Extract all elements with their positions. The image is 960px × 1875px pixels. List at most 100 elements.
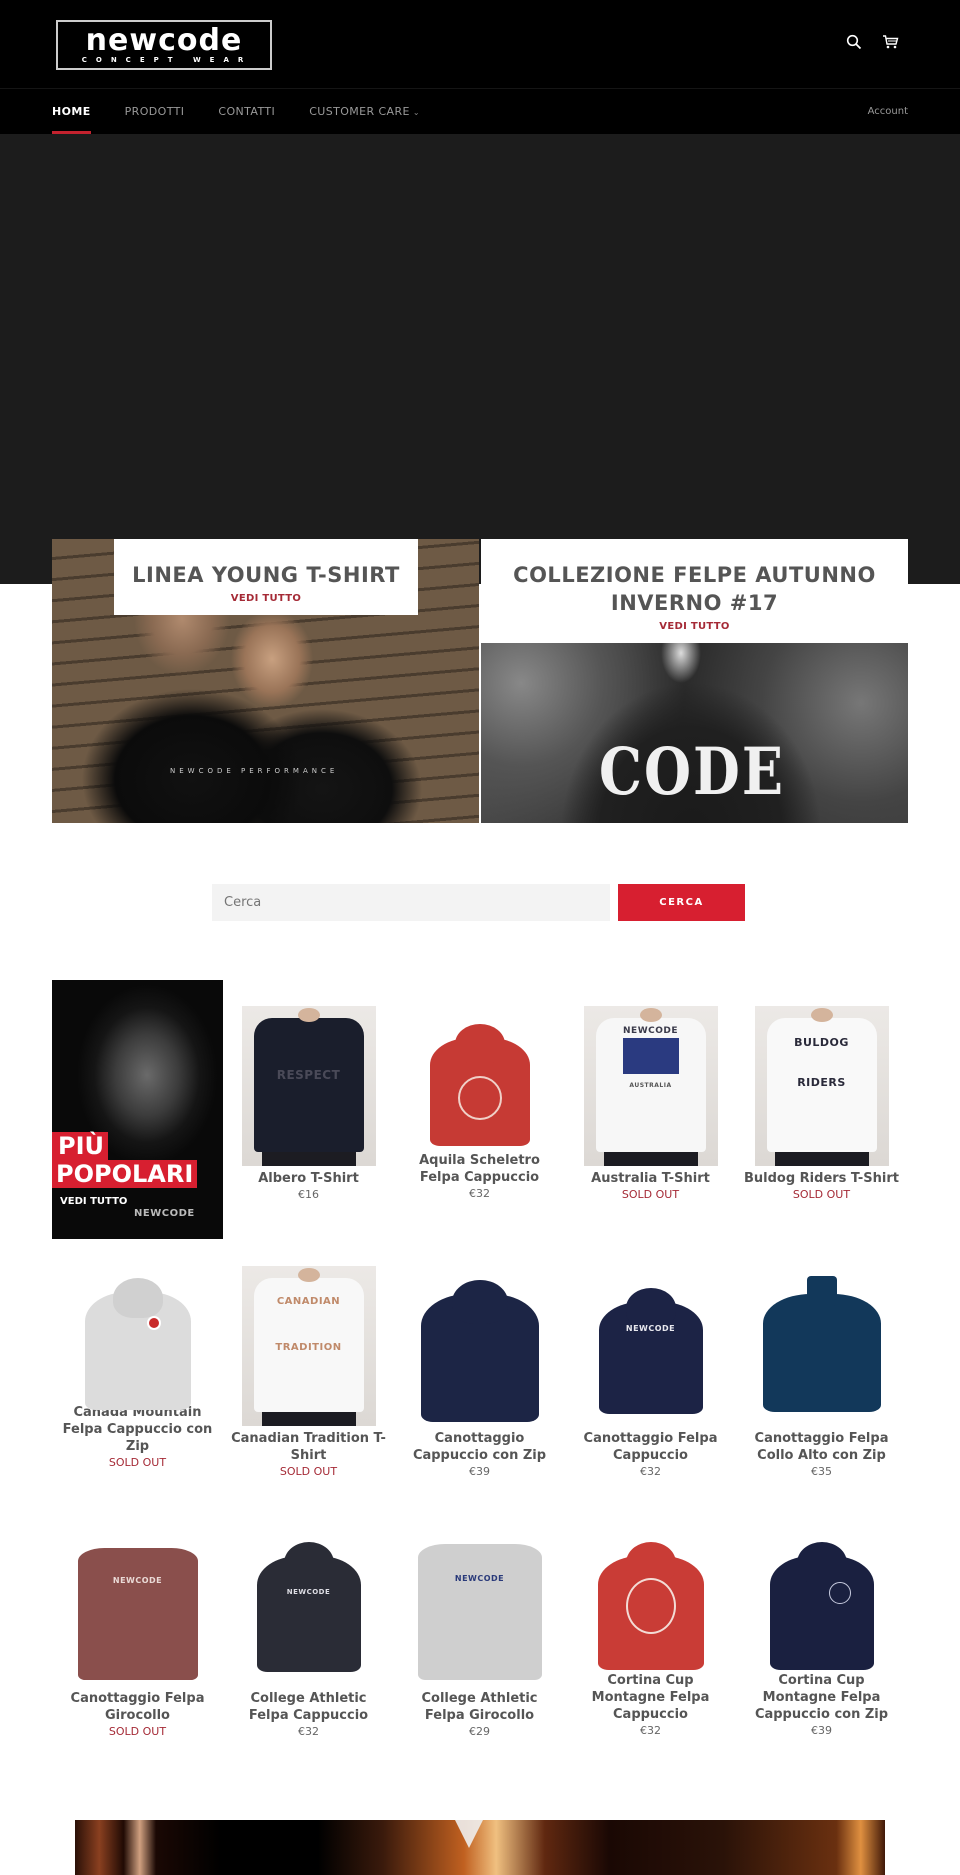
shirt-print-text: NEWCODE PERFORMANCE	[170, 767, 339, 775]
print-text: NEWCODE	[623, 1026, 678, 1036]
product-card[interactable]: NEWCODE AUSTRALIA Australia T-Shirt SOLD…	[565, 1006, 736, 1203]
logo-wordmark: newcode	[85, 23, 243, 58]
product-card[interactable]: Canada Mountain Felpa Cappuccio con Zip …	[52, 1266, 223, 1471]
nav-item-prodotti[interactable]: PRODOTTI	[125, 89, 185, 134]
promo-view-all-link[interactable]: VEDI TUTTO	[60, 1196, 127, 1207]
product-card[interactable]: Canottaggio Cappuccio con Zip €39	[394, 1266, 565, 1480]
product-price: €35	[811, 1465, 832, 1478]
product-name: Canottaggio Felpa Cappuccio	[583, 1431, 718, 1463]
search-icon[interactable]	[846, 34, 862, 50]
nav-item-home[interactable]: HOME	[52, 89, 91, 134]
product-price: SOLD OUT	[108, 1456, 167, 1469]
product-card[interactable]: Cortina Cup Montagne Felpa Cappuccio €32	[565, 1526, 736, 1739]
product-price: SOLD OUT	[792, 1188, 851, 1201]
product-card[interactable]: NEWCODE College Athletic Felpa Girocollo…	[394, 1526, 565, 1740]
nav-item-label: CUSTOMER CARE	[309, 105, 410, 118]
hero-banner	[0, 134, 960, 584]
bottom-banner-image	[75, 1820, 885, 1875]
featured-collections: NEWCODE PERFORMANCE LINEA YOUNG T-SHIRT …	[52, 539, 908, 823]
product-name: Canottaggio Felpa Collo Alto con Zip	[754, 1431, 889, 1463]
chevron-down-icon: ⌄	[412, 108, 420, 117]
product-card[interactable]: CANADIAN TRADITION Canadian Tradition T-…	[223, 1266, 394, 1480]
product-name: Australia T-Shirt	[591, 1171, 710, 1186]
collection-image: CODE	[481, 643, 908, 823]
collection-title-box: LINEA YOUNG T-SHIRT VEDI TUTTO	[114, 539, 418, 615]
print-text: AUSTRALIA	[629, 1082, 672, 1089]
product-price: €32	[640, 1724, 661, 1737]
account-link[interactable]: Account	[868, 89, 908, 134]
product-card[interactable]: BULDOG RIDERS Buldog Riders T-Shirt SOLD…	[736, 1006, 907, 1203]
logo-tagline: CONCEPT WEAR	[81, 56, 253, 64]
nav-list: HOME PRODOTTI CONTATTI CUSTOMER CARE ⌄	[52, 89, 454, 134]
print-text: RESPECT	[276, 1068, 341, 1082]
nav-item-label: HOME	[52, 105, 91, 118]
product-price: SOLD OUT	[621, 1188, 680, 1201]
promo-title-line1: PIÙ	[52, 1132, 109, 1160]
product-image	[755, 1266, 889, 1426]
product-card[interactable]: NEWCODE College Athletic Felpa Cappuccio…	[223, 1526, 394, 1740]
print-text: NEWCODE	[286, 1588, 331, 1596]
product-card[interactable]: NEWCODE Canottaggio Felpa Girocollo SOLD…	[52, 1526, 223, 1740]
collection-title: COLLEZIONE FELPE AUTUNNO INVERNO #17	[513, 563, 876, 615]
print-text: NEWCODE	[625, 1324, 676, 1333]
product-card[interactable]: Aquila Scheletro Felpa Cappuccio €32	[394, 1006, 565, 1202]
search-button[interactable]: CERCA	[618, 884, 745, 921]
product-image: CANADIAN TRADITION	[241, 1266, 376, 1426]
product-name: Buldog Riders T-Shirt	[743, 1171, 899, 1186]
product-card[interactable]: Canottaggio Felpa Collo Alto con Zip €35	[736, 1266, 907, 1480]
product-name: College Athletic Felpa Girocollo	[421, 1691, 538, 1723]
collection-title-box: COLLEZIONE FELPE AUTUNNO INVERNO #17 VED…	[481, 539, 908, 643]
product-price: €39	[811, 1724, 832, 1737]
product-image: RESPECT	[241, 1006, 376, 1166]
product-name: College Athletic Felpa Cappuccio	[248, 1691, 369, 1723]
product-name: Canottaggio Cappuccio con Zip	[412, 1431, 547, 1463]
product-card[interactable]: RESPECT Albero T-Shirt €16	[223, 1006, 394, 1203]
promo-most-popular[interactable]: PIÙ POPOLARI VEDI TUTTO NEWCODE	[52, 980, 223, 1239]
product-price: €32	[640, 1465, 661, 1478]
product-card[interactable]: NEWCODE Canottaggio Felpa Cappuccio €32	[565, 1266, 736, 1480]
print-text: CANADIAN	[276, 1296, 341, 1307]
product-image: NEWCODE AUSTRALIA	[583, 1006, 718, 1166]
site-header: newcode CONCEPT WEAR	[0, 0, 960, 89]
product-name: Canottaggio Felpa Girocollo	[70, 1691, 205, 1723]
promo-title-line2: POPOLARI	[52, 1160, 198, 1188]
product-image	[755, 1526, 889, 1686]
site-logo[interactable]: newcode CONCEPT WEAR	[56, 20, 272, 70]
header-icons	[846, 34, 899, 50]
print-text: NEWCODE	[112, 1576, 163, 1585]
promo-logo: NEWCODE	[134, 1208, 195, 1219]
product-image: NEWCODE	[584, 1266, 718, 1426]
main-nav: HOME PRODOTTI CONTATTI CUSTOMER CARE ⌄ Ac…	[0, 89, 960, 134]
nav-item-contatti[interactable]: CONTATTI	[218, 89, 275, 134]
print-text: BULDOG	[794, 1036, 849, 1049]
cart-icon[interactable]	[882, 34, 899, 50]
collection-linea-young[interactable]: NEWCODE PERFORMANCE LINEA YOUNG T-SHIRT …	[52, 539, 479, 823]
product-price: SOLD OUT	[108, 1725, 167, 1738]
product-price: €32	[298, 1725, 319, 1738]
print-text: NEWCODE	[454, 1574, 505, 1583]
product-name: Canadian Tradition T-Shirt	[231, 1431, 386, 1463]
product-image	[71, 1266, 205, 1426]
product-price: €16	[298, 1188, 319, 1201]
nav-item-label: PRODOTTI	[124, 105, 185, 118]
collection-title: LINEA YOUNG T-SHIRT	[132, 563, 400, 587]
nav-item-customer-care[interactable]: CUSTOMER CARE ⌄	[309, 89, 420, 134]
collection-felpe[interactable]: CODE COLLEZIONE FELPE AUTUNNO INVERNO #1…	[481, 539, 908, 823]
product-image: NEWCODE	[71, 1526, 205, 1686]
hoodie-print-text: CODE	[599, 732, 786, 810]
nav-item-label: CONTATTI	[218, 105, 276, 118]
product-card[interactable]: Cortina Cup Montagne Felpa Cappuccio con…	[736, 1526, 907, 1739]
product-price: €32	[469, 1187, 490, 1200]
view-all-link[interactable]: VEDI TUTTO	[114, 593, 418, 604]
product-image: NEWCODE	[413, 1526, 547, 1686]
search-form: CERCA	[212, 884, 745, 921]
print-text: RIDERS	[797, 1076, 846, 1089]
product-image	[413, 1266, 547, 1426]
print-text: TRADITION	[275, 1342, 342, 1353]
view-all-link[interactable]: VEDI TUTTO	[481, 621, 908, 632]
search-input[interactable]	[212, 884, 610, 921]
product-image: NEWCODE	[242, 1526, 376, 1686]
product-image: BULDOG RIDERS	[754, 1006, 889, 1166]
product-price: €39	[469, 1465, 490, 1478]
product-name: Albero T-Shirt	[258, 1171, 359, 1186]
